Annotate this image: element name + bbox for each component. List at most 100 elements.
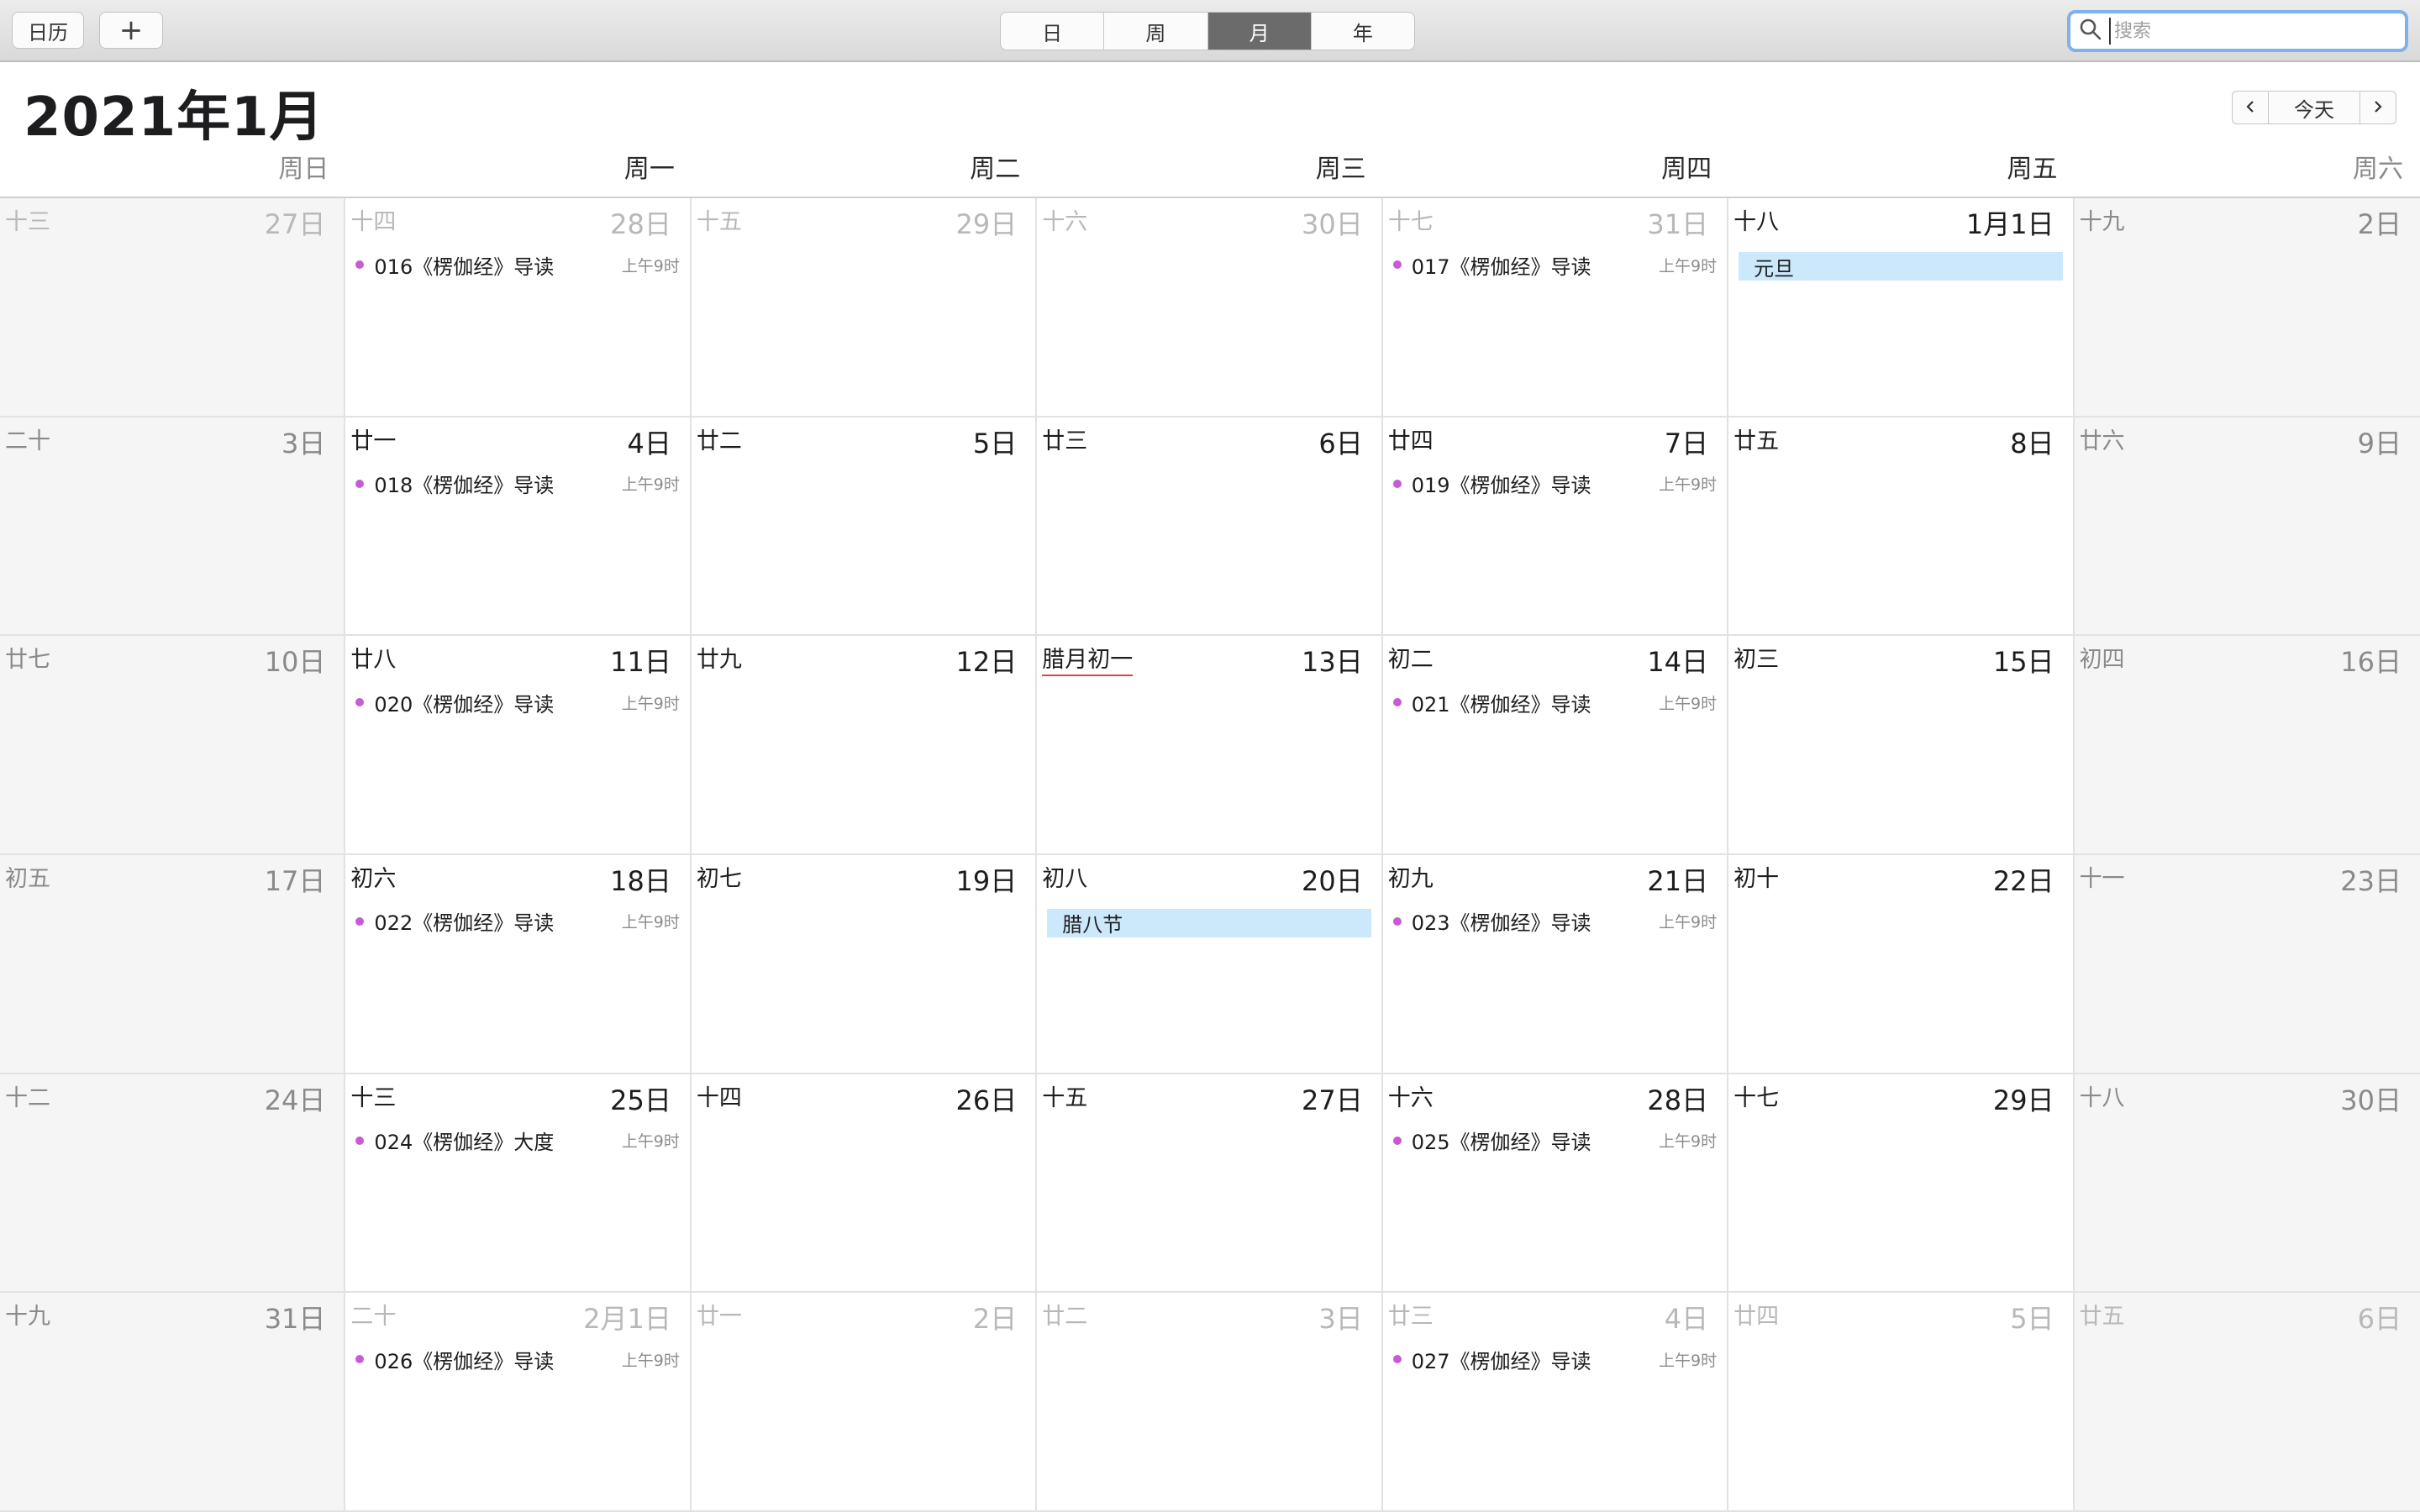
calendar-event[interactable]: 023《楞伽经》导读 上午9时 (1390, 907, 1718, 936)
day-cell[interactable]: 十八 30日 (2074, 1074, 2420, 1294)
calendar-event[interactable]: 024《楞伽经》大度 上午9时 (352, 1126, 681, 1155)
day-cell[interactable]: 初五 17日 (0, 854, 346, 1074)
day-cell[interactable]: 廿九 12日 (691, 636, 1038, 855)
day-cell[interactable]: 廿四 5日 (1728, 1293, 2075, 1512)
day-number: 2日 (972, 1303, 1018, 1336)
day-cell[interactable]: 十七 31日 017《楞伽经》导读 上午9时 (1382, 198, 1729, 417)
day-cell[interactable]: 十三 27日 (0, 198, 346, 417)
lunar-date: 初九 (1387, 865, 1434, 892)
day-cell[interactable]: 廿一 2日 (691, 1293, 1038, 1512)
event-title: 020《楞伽经》导读 (374, 692, 555, 717)
calendar-event[interactable]: 018《楞伽经》导读 上午9时 (352, 470, 681, 498)
chevron-right-icon (2370, 96, 2386, 119)
day-cell[interactable]: 初四 16日 (2074, 636, 2420, 855)
search-input[interactable] (2109, 18, 2402, 45)
calendar-event[interactable]: 022《楞伽经》导读 上午9时 (352, 907, 681, 936)
add-event-button[interactable]: + (99, 12, 163, 49)
day-cell[interactable]: 十一 23日 (2074, 854, 2420, 1074)
day-cell[interactable]: 廿三 4日 027《楞伽经》导读 上午9时 (1382, 1293, 1729, 1512)
holiday-event[interactable]: 元旦 (1739, 252, 2063, 281)
calendar-event[interactable]: 020《楞伽经》导读 上午9时 (352, 688, 681, 717)
lunar-date: 十九 (5, 1304, 50, 1331)
calendar-event[interactable]: 027《楞伽经》导读 上午9时 (1390, 1345, 1718, 1373)
day-cell[interactable]: 十九 2日 (2074, 198, 2420, 417)
day-cell[interactable]: 初二 14日 021《楞伽经》导读 上午9时 (1382, 636, 1729, 855)
day-cell[interactable]: 初九 21日 023《楞伽经》导读 上午9时 (1382, 854, 1729, 1074)
calendar-event[interactable]: 021《楞伽经》导读 上午9时 (1390, 688, 1718, 717)
day-cell[interactable]: 初七 19日 (691, 854, 1038, 1074)
day-cell[interactable]: 初八 20日 腊八节 (1037, 854, 1383, 1074)
next-month-button[interactable] (2360, 91, 2396, 124)
event-time: 上午9时 (1659, 1351, 1718, 1370)
day-cell[interactable]: 初三 15日 (1728, 636, 2075, 855)
day-number: 22日 (1992, 864, 2054, 897)
event-time: 上午9时 (1659, 475, 1718, 495)
day-number: 5日 (2010, 1303, 2054, 1336)
lunar-date: 十六 (1387, 1084, 1434, 1111)
day-cell[interactable]: 十四 28日 016《楞伽经》导读 上午9时 (345, 198, 692, 417)
day-cell[interactable]: 十七 29日 (1728, 1074, 2075, 1294)
day-cell[interactable]: 十五 29日 (691, 198, 1038, 417)
event-title: 017《楞伽经》导读 (1411, 255, 1591, 279)
calendar-event[interactable]: 026《楞伽经》导读 上午9时 (352, 1345, 681, 1373)
day-cell[interactable]: 十四 26日 (691, 1074, 1038, 1294)
calendar-event[interactable]: 016《楞伽经》导读 上午9时 (352, 250, 681, 279)
lunar-date: 初三 (1733, 647, 1780, 674)
day-cell[interactable]: 十二 24日 (0, 1074, 346, 1294)
day-cell[interactable]: 十九 31日 (0, 1293, 346, 1512)
day-cell[interactable]: 二十 2月1日 026《楞伽经》导读 上午9时 (345, 1293, 692, 1512)
day-cell[interactable]: 廿三 6日 (1037, 417, 1383, 637)
day-cell[interactable]: 廿八 11日 020《楞伽经》导读 上午9时 (345, 636, 692, 855)
event-time: 上午9时 (621, 1132, 680, 1152)
lunar-date: 廿九 (696, 647, 742, 674)
day-number: 11日 (610, 646, 671, 679)
day-cell[interactable]: 腊月初一 13日 (1037, 636, 1383, 855)
today-button[interactable]: 今天 (2269, 91, 2360, 124)
lunar-date: 十三 (5, 209, 50, 235)
view-year-button[interactable]: 年 (1312, 13, 1414, 50)
lunar-date: 十八 (1733, 209, 1780, 235)
event-time: 上午9时 (1659, 694, 1718, 713)
holiday-event[interactable]: 腊八节 (1047, 908, 1371, 937)
day-cell[interactable]: 廿五 6日 (2074, 1293, 2420, 1512)
day-cell[interactable]: 廿二 3日 (1037, 1293, 1383, 1512)
calendar-event[interactable]: 019《楞伽经》导读 上午9时 (1390, 470, 1718, 498)
calendar-event[interactable]: 017《楞伽经》导读 上午9时 (1390, 250, 1718, 279)
lunar-date: 十八 (2079, 1084, 2125, 1111)
day-number: 6日 (2357, 1303, 2402, 1336)
day-number: 2日 (2357, 208, 2402, 240)
previous-month-button[interactable] (2232, 91, 2269, 124)
calendar-event[interactable]: 025《楞伽经》导读 上午9时 (1390, 1126, 1718, 1155)
calendars-button[interactable]: 日历 (12, 12, 84, 49)
day-cell[interactable]: 二十 3日 (0, 417, 346, 637)
event-title: 019《楞伽经》导读 (1411, 474, 1591, 498)
day-cell[interactable]: 廿一 4日 018《楞伽经》导读 上午9时 (345, 417, 692, 637)
day-cell[interactable]: 十六 28日 025《楞伽经》导读 上午9时 (1382, 1074, 1729, 1294)
view-week-button[interactable]: 周 (1104, 13, 1208, 50)
day-cell[interactable]: 廿六 9日 (2074, 417, 2420, 637)
day-cell[interactable]: 廿五 8日 (1728, 417, 2075, 637)
day-number: 4日 (1664, 1303, 1709, 1336)
event-time: 上午9时 (621, 475, 680, 495)
day-cell[interactable]: 十八 1月1日 元旦 (1728, 198, 2075, 417)
day-cell[interactable]: 十六 30日 (1037, 198, 1383, 417)
day-cell[interactable]: 廿二 5日 (691, 417, 1038, 637)
view-day-button[interactable]: 日 (1001, 13, 1105, 50)
day-cell[interactable]: 十三 25日 024《楞伽经》大度 上午9时 (345, 1074, 692, 1294)
event-color-dot-icon (355, 1136, 365, 1145)
day-cell[interactable]: 初六 18日 022《楞伽经》导读 上午9时 (345, 854, 692, 1074)
event-color-dot-icon (355, 698, 365, 707)
view-month-button[interactable]: 月 (1207, 13, 1312, 50)
day-cell[interactable]: 初十 22日 (1728, 854, 2075, 1074)
day-number: 23日 (2340, 864, 2402, 897)
day-cell[interactable]: 廿七 10日 (0, 636, 346, 855)
event-title: 018《楞伽经》导读 (374, 474, 555, 498)
event-color-dot-icon (355, 260, 365, 269)
day-number: 30日 (2340, 1084, 2402, 1116)
day-cell[interactable]: 廿四 7日 019《楞伽经》导读 上午9时 (1382, 417, 1729, 637)
lunar-date: 十九 (2079, 209, 2125, 235)
day-cell[interactable]: 十五 27日 (1037, 1074, 1383, 1294)
lunar-date: 初五 (5, 865, 50, 892)
event-title: 027《楞伽经》导读 (1411, 1349, 1591, 1373)
search-field[interactable] (2067, 10, 2408, 52)
